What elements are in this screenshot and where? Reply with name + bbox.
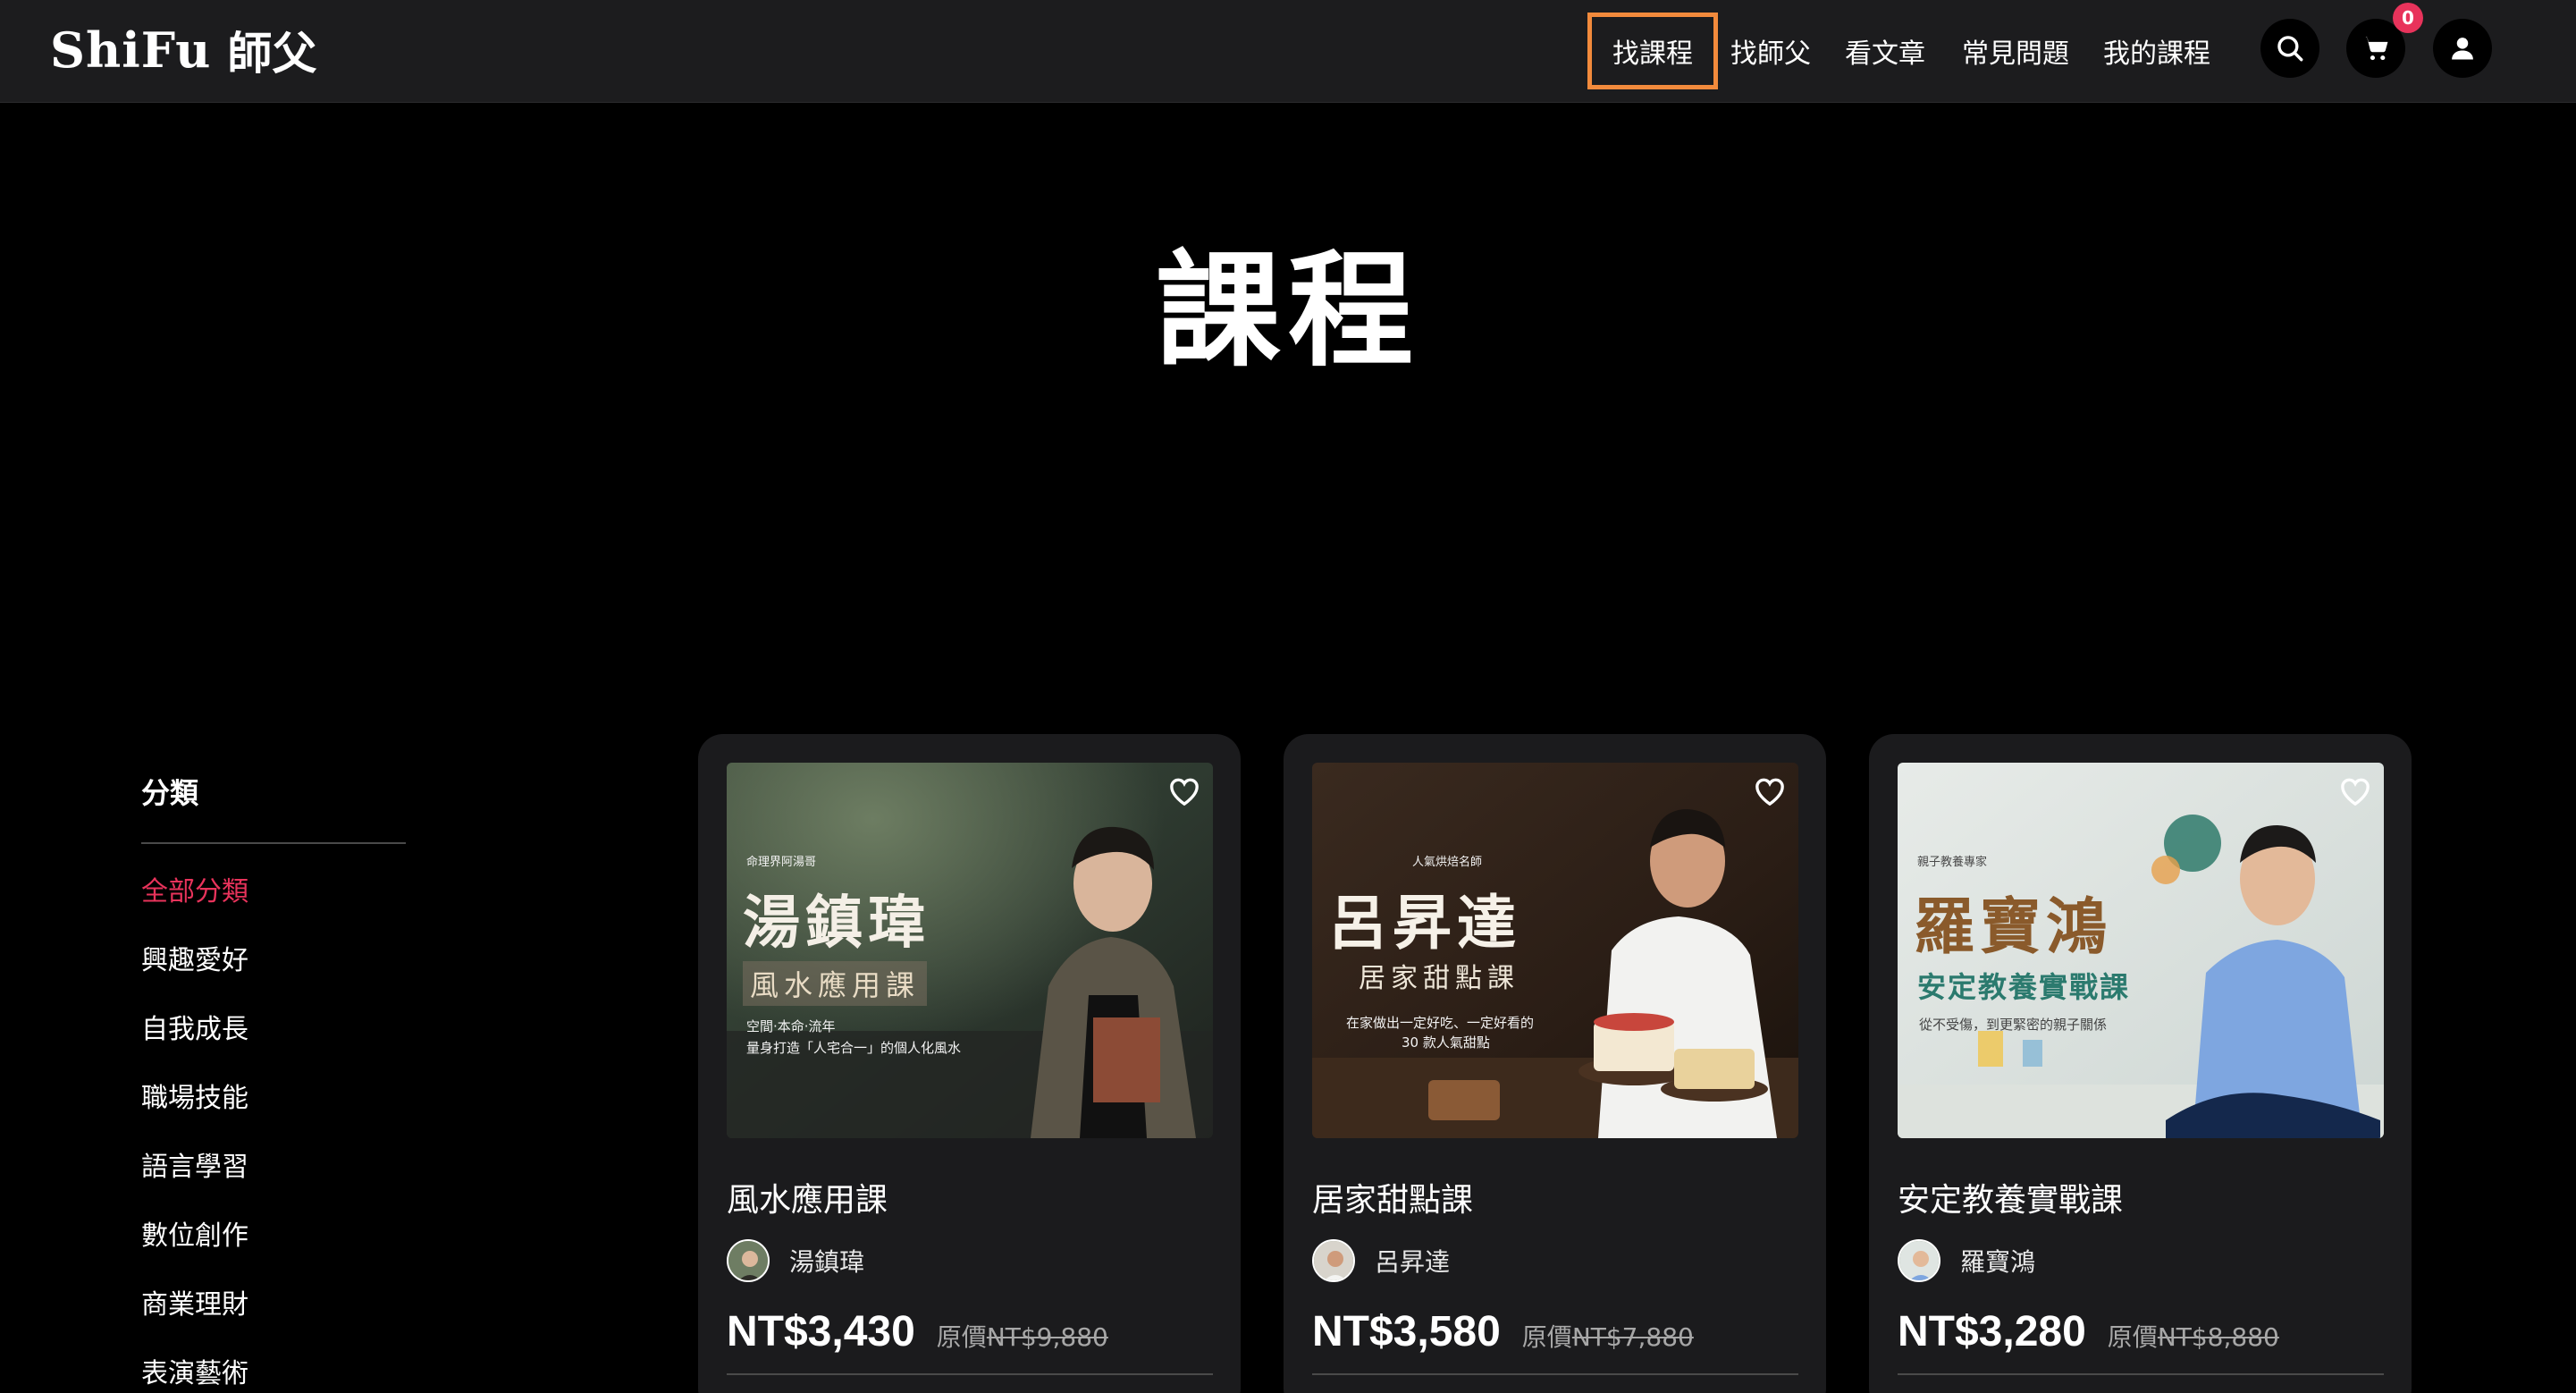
category-hobbies[interactable]: 興趣愛好 <box>141 945 406 1014</box>
course-instructor[interactable]: 湯鎮瑋 <box>727 1239 864 1282</box>
nav-faq[interactable]: 常見問題 <box>1956 13 2075 89</box>
category-language[interactable]: 語言學習 <box>141 1152 406 1220</box>
page-title: 課程 <box>1155 238 1420 384</box>
poster-tag: 親子教養專家 <box>1917 856 1988 869</box>
sidebar-heading: 分類 <box>141 771 406 844</box>
poster-course: 居家甜點課 <box>1359 963 1520 994</box>
user-icon <box>2452 38 2473 60</box>
avatar <box>1898 1239 1940 1282</box>
poster-tag: 命理界阿湯哥 <box>746 856 817 869</box>
original-price: 原價NT$7,880 <box>1522 1318 1694 1354</box>
price-row: NT$3,280 原價NT$8,880 <box>1898 1307 2279 1356</box>
sale-price: NT$3,430 <box>727 1308 915 1355</box>
original-price-value: NT$9,880 <box>986 1322 1108 1352</box>
course-card[interactable]: 人氣烘焙名師 呂昇達 居家甜點課 在家做出一定好吃、一定好看的 30 款人氣甜點 <box>1284 734 1826 1393</box>
nav-articles[interactable]: 看文章 <box>1838 13 1932 89</box>
poster-line-1: 空間‧本命‧流年 <box>746 1018 836 1034</box>
poster-tag: 人氣烘焙名師 <box>1412 856 1483 869</box>
poster-name: 羅寶鴻 <box>1914 891 2113 963</box>
nav-my-courses[interactable]: 我的課程 <box>2097 13 2217 89</box>
poster-course: 風水應用課 <box>743 961 928 1006</box>
original-price-value: NT$7,880 <box>1571 1322 1694 1352</box>
original-price: 原價NT$8,880 <box>2108 1318 2279 1354</box>
course-thumbnail[interactable]: 命理界阿湯哥 湯鎮瑋 風水應用課 空間‧本命‧流年 量身打造「人宅合一」的個人化… <box>727 763 1213 1138</box>
search-icon <box>2277 36 2303 62</box>
poster-line-1: 在家做出一定好吃、一定好看的 <box>1346 1015 1535 1031</box>
heart-icon[interactable] <box>2337 773 2373 809</box>
logo-cjk: 師父 <box>227 27 317 80</box>
card-divider <box>1312 1373 1798 1375</box>
course-title[interactable]: 安定教養實戰課 <box>1898 1174 2123 1220</box>
search-button[interactable] <box>2260 19 2319 78</box>
site-logo[interactable]: ShiFu 師父 <box>50 16 316 84</box>
course-thumbnail[interactable]: 人氣烘焙名師 呂昇達 居家甜點課 在家做出一定好吃、一定好看的 30 款人氣甜點 <box>1312 763 1798 1138</box>
card-divider <box>1898 1373 2384 1375</box>
course-instructor[interactable]: 羅寶鴻 <box>1898 1239 2035 1282</box>
sale-price: NT$3,580 <box>1312 1308 1501 1355</box>
heart-icon[interactable] <box>1752 773 1788 809</box>
original-price: 原價NT$9,880 <box>937 1318 1108 1354</box>
cart-button[interactable]: 0 <box>2346 3 2423 78</box>
instructor-name: 湯鎮瑋 <box>789 1247 865 1277</box>
course-title[interactable]: 風水應用課 <box>727 1174 888 1220</box>
sale-price: NT$3,280 <box>1898 1308 2086 1355</box>
category-all[interactable]: 全部分類 <box>141 876 406 945</box>
poster-name: 湯鎮瑋 <box>743 890 930 957</box>
nav-find-masters[interactable]: 找師父 <box>1723 13 1818 89</box>
course-instructor[interactable]: 呂昇達 <box>1312 1239 1450 1282</box>
poster-name: 呂昇達 <box>1328 888 1521 958</box>
heart-icon[interactable] <box>1166 773 1202 809</box>
cart-icon <box>2362 37 2388 61</box>
avatar <box>1312 1239 1355 1282</box>
category-career-skills[interactable]: 職場技能 <box>141 1083 406 1152</box>
original-price-label: 原價 <box>2107 1322 2158 1352</box>
poster-line-1: 從不受傷，到更緊密的親子關係 <box>1919 1017 2108 1033</box>
course-card[interactable]: 親子教養專家 羅寶鴻 安定教養實戰課 從不受傷，到更緊密的親子關係 <box>1869 734 2412 1393</box>
category-sidebar: 分類 全部分類 興趣愛好 自我成長 職場技能 語言學習 數位創作 商業理財 表演… <box>141 771 406 1393</box>
account-button[interactable] <box>2433 19 2492 78</box>
category-performing-arts[interactable]: 表演藝術 <box>141 1358 406 1393</box>
price-row: NT$3,430 原價NT$9,880 <box>727 1307 1108 1356</box>
category-self-growth[interactable]: 自我成長 <box>141 1014 406 1083</box>
original-price-value: NT$8,880 <box>2157 1322 2279 1352</box>
logo-latin: ShiFu <box>50 21 212 79</box>
poster-course: 安定教養實戰課 <box>1917 970 2131 1004</box>
site-header: ShiFu 師父 找課程 找師父 看文章 常見問題 我的課程 0 <box>0 0 2576 103</box>
course-thumbnail[interactable]: 親子教養專家 羅寶鴻 安定教養實戰課 從不受傷，到更緊密的親子關係 <box>1898 763 2384 1138</box>
course-title[interactable]: 居家甜點課 <box>1312 1174 1473 1220</box>
category-business-finance[interactable]: 商業理財 <box>141 1289 406 1358</box>
original-price-label: 原價 <box>1521 1322 1572 1352</box>
course-card[interactable]: 命理界阿湯哥 湯鎮瑋 風水應用課 空間‧本命‧流年 量身打造「人宅合一」的個人化… <box>698 734 1241 1393</box>
original-price-label: 原價 <box>936 1322 987 1352</box>
category-digital-creation[interactable]: 數位創作 <box>141 1220 406 1289</box>
price-row: NT$3,580 原價NT$7,880 <box>1312 1307 1694 1356</box>
card-divider <box>727 1373 1213 1375</box>
category-list: 全部分類 興趣愛好 自我成長 職場技能 語言學習 數位創作 商業理財 表演藝術 <box>141 876 406 1393</box>
poster-line-2: 30 款人氣甜點 <box>1402 1034 1490 1051</box>
instructor-name: 羅寶鴻 <box>1960 1247 2036 1277</box>
nav-find-courses[interactable]: 找課程 <box>1587 13 1718 89</box>
avatar <box>727 1239 770 1282</box>
cart-count-badge: 0 <box>2393 3 2423 33</box>
poster-line-2: 量身打造「人宅合一」的個人化風水 <box>746 1040 962 1056</box>
instructor-name: 呂昇達 <box>1375 1247 1451 1277</box>
